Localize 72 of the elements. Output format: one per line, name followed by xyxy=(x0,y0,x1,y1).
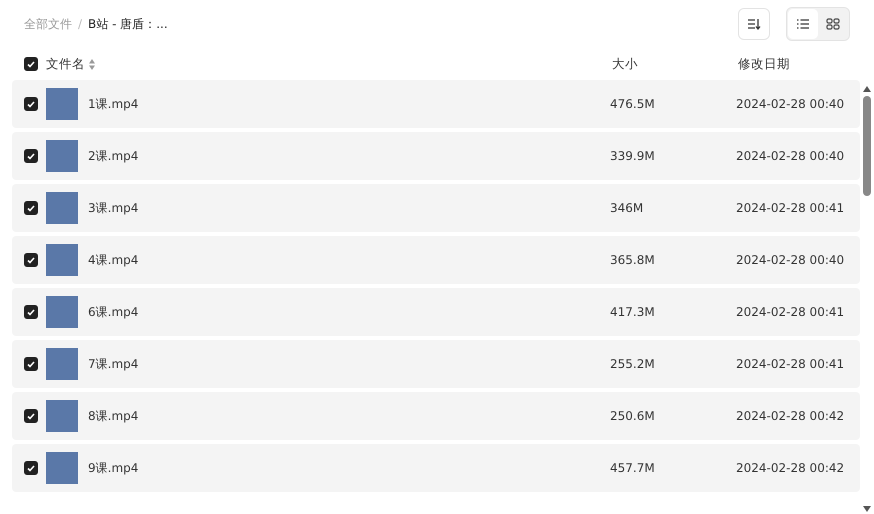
sort-icon[interactable] xyxy=(89,58,95,70)
video-thumbnail xyxy=(46,140,78,172)
file-name: 8课.mp4 xyxy=(88,408,140,424)
file-name: 6课.mp4 xyxy=(88,304,140,320)
row-checkbox[interactable] xyxy=(24,201,38,215)
scroll-up-icon[interactable] xyxy=(863,86,871,92)
check-icon xyxy=(27,464,35,472)
video-thumbnail xyxy=(46,400,78,432)
date-column-header: 修改日期 xyxy=(738,56,791,72)
file-row[interactable]: 6课.mp4 417.3M 2024-02-28 00:41 xyxy=(12,288,860,336)
scrollbar-thumb[interactable] xyxy=(863,96,871,196)
check-icon xyxy=(27,100,35,108)
row-checkbox[interactable] xyxy=(24,97,38,111)
file-row[interactable]: 3课.mp4 346M 2024-02-28 00:41 xyxy=(12,184,860,232)
file-row[interactable]: 8课.mp4 250.6M 2024-02-28 00:42 xyxy=(12,392,860,440)
row-checkbox[interactable] xyxy=(24,149,38,163)
file-name: 2课.mp4 xyxy=(88,148,140,164)
check-icon xyxy=(27,204,35,212)
row-checkbox[interactable] xyxy=(24,253,38,267)
video-thumbnail xyxy=(46,88,78,120)
file-row[interactable]: 1课.mp4 476.5M 2024-02-28 00:40 xyxy=(12,80,860,128)
list-icon xyxy=(796,18,810,30)
file-size: 346M xyxy=(610,201,644,215)
file-size: 339.9M xyxy=(610,149,656,163)
row-checkbox[interactable] xyxy=(24,461,38,475)
file-name: 7课.mp4 xyxy=(88,356,140,372)
sort-button[interactable] xyxy=(738,8,770,40)
check-icon xyxy=(27,308,35,316)
modified-date: 2024-02-28 00:40 xyxy=(736,97,846,111)
check-icon xyxy=(27,412,35,420)
row-checkbox[interactable] xyxy=(24,305,38,319)
modified-date: 2024-02-28 00:41 xyxy=(736,201,846,215)
modified-date: 2024-02-28 00:40 xyxy=(736,253,846,267)
list-view-button[interactable] xyxy=(788,9,818,39)
file-name: 3课.mp4 xyxy=(88,200,140,216)
row-checkbox[interactable] xyxy=(24,357,38,371)
file-row[interactable]: 9课.mp4 457.7M 2024-02-28 00:42 xyxy=(12,444,860,492)
file-row[interactable]: 4课.mp4 365.8M 2024-02-28 00:40 xyxy=(12,236,860,284)
select-all-checkbox[interactable] xyxy=(24,57,38,71)
file-size: 255.2M xyxy=(610,357,656,371)
size-column-header: 大小 xyxy=(612,56,639,72)
name-column-header[interactable]: 文件名 xyxy=(46,56,85,72)
file-row[interactable]: 2课.mp4 339.9M 2024-02-28 00:40 xyxy=(12,132,860,180)
file-row[interactable]: 7课.mp4 255.2M 2024-02-28 00:41 xyxy=(12,340,860,388)
breadcrumb-separator: / xyxy=(78,17,82,31)
scroll-down-icon[interactable] xyxy=(863,506,871,512)
check-icon xyxy=(27,60,35,68)
modified-date: 2024-02-28 00:40 xyxy=(736,149,846,163)
grid-icon xyxy=(826,18,840,30)
file-size: 457.7M xyxy=(610,461,656,475)
file-size: 417.3M xyxy=(610,305,656,319)
video-thumbnail xyxy=(46,348,78,380)
file-name: 1课.mp4 xyxy=(88,96,140,112)
file-name: 9课.mp4 xyxy=(88,460,140,476)
video-thumbnail xyxy=(46,244,78,276)
sort-order-icon xyxy=(747,18,761,30)
video-thumbnail xyxy=(46,452,78,484)
row-checkbox[interactable] xyxy=(24,409,38,423)
check-icon xyxy=(27,360,35,368)
modified-date: 2024-02-28 00:41 xyxy=(736,357,846,371)
breadcrumb-item: B站 - 唐盾：... xyxy=(88,16,168,32)
file-size: 365.8M xyxy=(610,253,656,267)
video-thumbnail xyxy=(46,192,78,224)
modified-date: 2024-02-28 00:42 xyxy=(736,461,846,475)
check-icon xyxy=(27,256,35,264)
file-name: 4课.mp4 xyxy=(88,252,140,268)
file-size: 476.5M xyxy=(610,97,656,111)
check-icon xyxy=(27,152,35,160)
file-size: 250.6M xyxy=(610,409,656,423)
video-thumbnail xyxy=(46,296,78,328)
modified-date: 2024-02-28 00:41 xyxy=(736,305,846,319)
modified-date: 2024-02-28 00:42 xyxy=(736,409,846,423)
